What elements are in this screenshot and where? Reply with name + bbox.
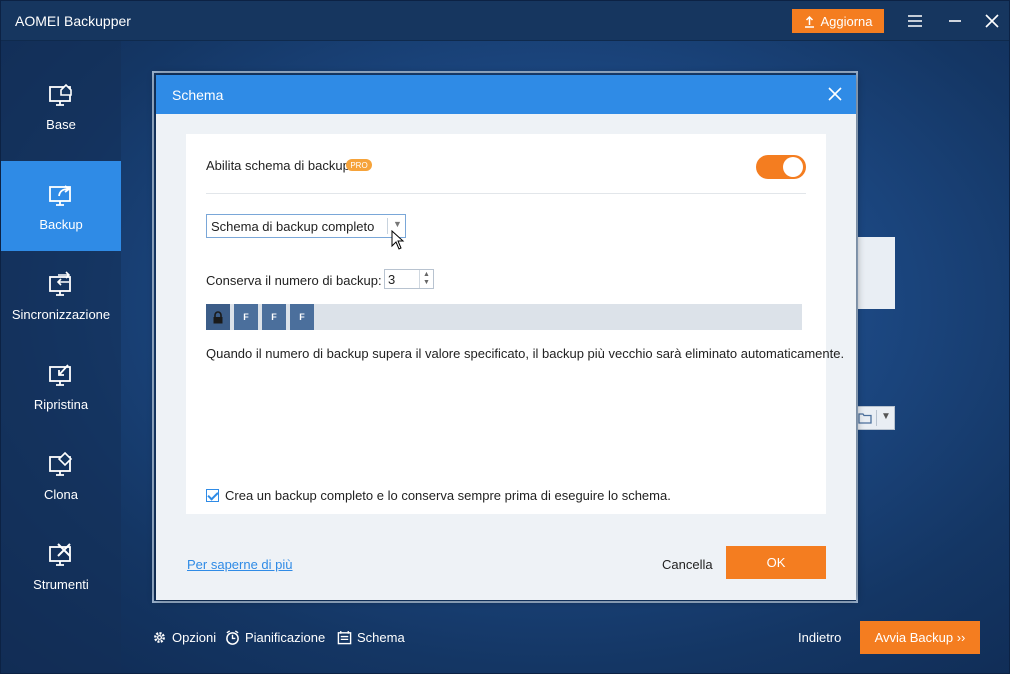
scheme-type-select[interactable]: Schema di backup completo ▼	[206, 214, 406, 238]
sidebar-item-base[interactable]: Base	[1, 61, 121, 151]
backup-chain-bar: F F F	[206, 304, 802, 330]
learn-more-link[interactable]: Per saperne di più	[187, 557, 293, 572]
chevron-down-icon: ▼	[393, 219, 402, 229]
upgrade-button[interactable]: Aggiorna	[792, 9, 884, 33]
pro-badge: PRO	[346, 159, 372, 171]
scheme-dialog: Schema Abilita schema di backup PRO Sche…	[156, 75, 856, 600]
options-label: Opzioni	[172, 630, 217, 645]
background-path-dropdown[interactable]: ▼	[853, 406, 895, 430]
always-full-backup-checkbox[interactable]	[206, 489, 219, 502]
sidebar-item-label: Backup	[39, 216, 83, 232]
full-backup-cell: F	[262, 304, 288, 330]
mouse-cursor-icon	[391, 230, 405, 250]
sidebar: Base Backup Sincronizzazione Ripristina …	[1, 41, 121, 673]
ok-button[interactable]: OK	[726, 546, 826, 579]
chevron-down-icon: ▼	[881, 411, 891, 422]
always-full-backup-label: Crea un backup completo e lo conserva se…	[225, 488, 671, 503]
clock-icon	[226, 630, 239, 645]
full-backup-cell: F	[234, 304, 260, 330]
sidebar-item-label: Base	[46, 116, 76, 132]
always-full-backup-option: Crea un backup completo e lo conserva se…	[206, 488, 671, 503]
dialog-close-icon[interactable]	[824, 83, 846, 105]
upgrade-label: Aggiorna	[820, 13, 873, 29]
backup-monitor-icon	[49, 184, 71, 206]
full-backup-cell: F	[290, 304, 316, 330]
menu-icon[interactable]	[905, 11, 925, 31]
sync-monitor-icon	[49, 270, 71, 296]
scheme-card: Abilita schema di backup PRO Schema di b…	[186, 134, 844, 514]
divider	[206, 193, 806, 194]
schedule-link[interactable]: Pianificazione	[225, 630, 325, 645]
sidebar-item-tools[interactable]: Strumenti	[1, 521, 121, 611]
home-monitor-icon	[49, 83, 72, 106]
restore-monitor-icon	[49, 363, 71, 386]
stepper-up-icon[interactable]: ▲	[423, 271, 430, 278]
schedule-label: Pianificazione	[245, 630, 326, 645]
folder-icon	[858, 413, 872, 424]
lock-icon	[206, 304, 232, 330]
gear-icon	[154, 632, 165, 643]
keep-count-value: 3	[388, 272, 396, 287]
back-link[interactable]: Indietro	[798, 630, 841, 645]
keep-count-stepper[interactable]: 3 ▲ ▼	[384, 269, 434, 289]
enable-scheme-toggle[interactable]	[756, 155, 806, 179]
calendar-icon	[337, 630, 352, 645]
start-backup-button[interactable]: Avvia Backup ››	[860, 621, 980, 654]
upgrade-arrow-icon	[805, 15, 815, 28]
dialog-title: Schema	[172, 87, 224, 103]
close-icon[interactable]	[982, 11, 1002, 31]
stepper-down-icon[interactable]: ▼	[423, 279, 430, 286]
scheme-link[interactable]: Schema	[337, 630, 405, 645]
scheme-label: Schema	[357, 630, 405, 645]
sidebar-item-clone[interactable]: Clona	[1, 431, 121, 521]
sidebar-item-label: Clona	[44, 486, 78, 502]
sidebar-item-label: Ripristina	[33, 396, 89, 412]
dialog-header: Schema	[156, 75, 856, 114]
background-panel	[853, 237, 895, 309]
toggle-knob	[783, 157, 803, 177]
options-link[interactable]: Opzioni	[152, 630, 216, 645]
app-title: AOMEI Backupper	[15, 13, 131, 29]
minimize-icon[interactable]	[945, 11, 965, 31]
clone-monitor-icon	[49, 451, 73, 476]
title-bar: AOMEI Backupper Aggiorna	[1, 1, 1009, 41]
cancel-button[interactable]: Cancella	[662, 557, 713, 572]
app-window: AOMEI Backupper Aggiorna Base Backup Sin…	[0, 0, 1010, 674]
keep-count-label: Conserva il numero di backup:	[206, 273, 382, 288]
sidebar-item-label: Sincronizzazione	[11, 306, 111, 322]
sidebar-item-sync[interactable]: Sincronizzazione	[1, 251, 121, 341]
sidebar-item-label: Strumenti	[33, 576, 89, 592]
tools-monitor-icon	[49, 542, 71, 566]
sidebar-item-backup[interactable]: Backup	[1, 161, 121, 251]
scheme-description: Quando il numero di backup supera il val…	[206, 346, 845, 361]
enable-scheme-label: Abilita schema di backup	[206, 158, 350, 173]
sidebar-item-restore[interactable]: Ripristina	[1, 341, 121, 431]
scheme-type-value: Schema di backup completo	[211, 219, 375, 234]
